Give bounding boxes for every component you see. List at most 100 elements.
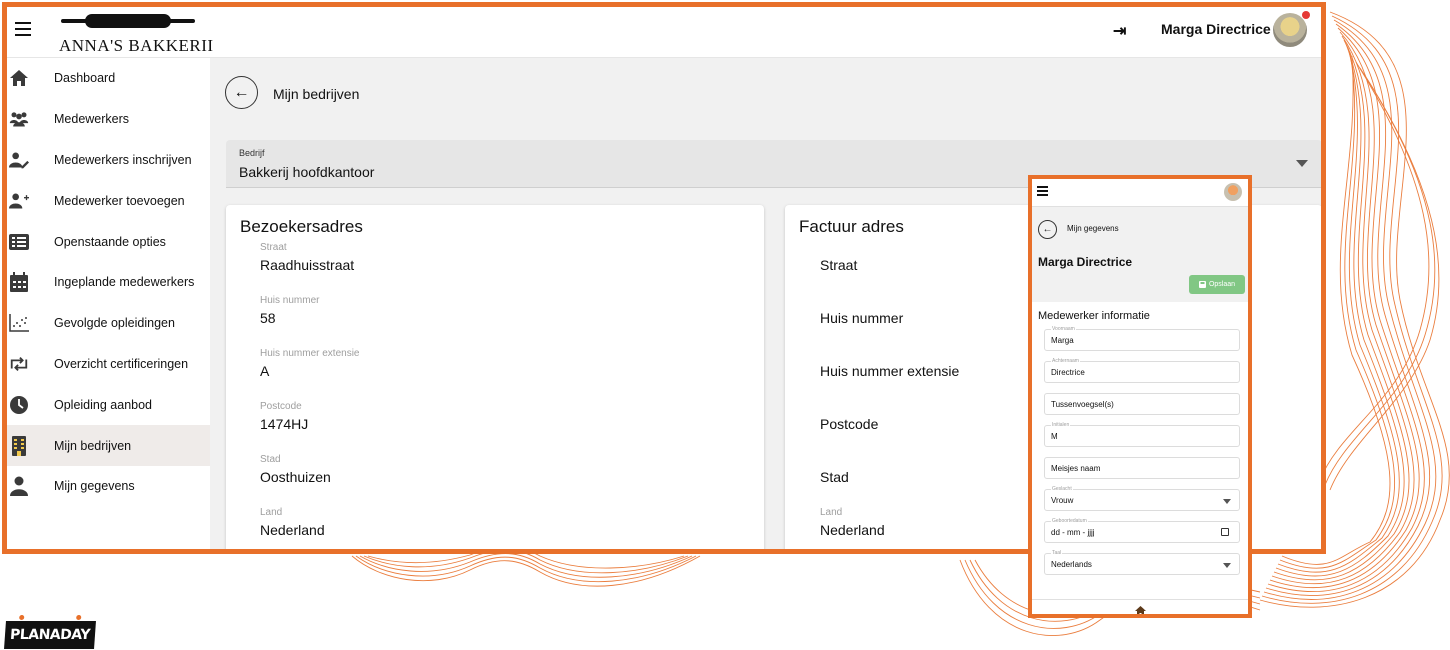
mobile-screenshot-frame: ← Mijn gegevens Marga Directrice Opslaan… — [1028, 175, 1252, 618]
sidebar: Dashboard Medewerkers Medewerkers inschr… — [7, 58, 210, 549]
company-select-value: Bakkerij hoofdkantoor — [239, 164, 375, 180]
birthdate-label: Geboortedatum — [1051, 518, 1088, 524]
bakery-logo: ANNA'S BAKKERII — [59, 11, 213, 55]
sidebar-item-label: Ingeplande medewerkers — [54, 275, 195, 290]
chevron-down-icon[interactable] — [1296, 160, 1308, 167]
logout-icon[interactable]: ⇥ — [1113, 21, 1126, 41]
gender-label: Geslacht — [1051, 486, 1073, 492]
save-button-label: Opslaan — [1208, 281, 1236, 288]
sidebar-item-medewerkers[interactable]: Medewerkers — [7, 99, 210, 140]
birthdate-field[interactable]: Geboortedatum dd - mm - jjjj — [1044, 518, 1240, 543]
logo-dot — [19, 615, 25, 620]
back-button[interactable]: ← — [225, 76, 258, 109]
language-label: Taal — [1051, 550, 1063, 556]
infix-placeholder: Tussenvoegsel(s) — [1051, 400, 1114, 409]
invoice-country-field[interactable]: Nederland — [820, 522, 885, 538]
scatter-chart-icon — [9, 313, 29, 333]
initials-label: Initialen — [1051, 422, 1071, 428]
street-field[interactable]: Raadhuisstraat — [260, 257, 354, 273]
avatar[interactable] — [1273, 13, 1307, 47]
sidebar-item-label: Dashboard — [54, 71, 116, 86]
back-button[interactable]: ← — [1038, 220, 1057, 239]
chevron-down-icon — [1223, 499, 1231, 504]
sidebar-item-opleiding-aanbod[interactable]: Opleiding aanbod — [7, 384, 210, 425]
visitor-address-card: Bezoekersadres Straat Raadhuisstraat Hui… — [226, 205, 764, 549]
house-number-field[interactable]: 58 — [260, 310, 276, 326]
initials-value: M — [1051, 432, 1058, 441]
repeat-icon — [9, 354, 29, 374]
people-icon — [9, 109, 29, 129]
first-name-label: Voornaam — [1051, 326, 1076, 332]
language-select[interactable]: Taal Nederlands — [1044, 550, 1240, 575]
maiden-name-field[interactable]: Meisjes naam — [1044, 457, 1240, 479]
postcode-label: Postcode — [260, 401, 302, 412]
sidebar-item-label: Openstaande opties — [54, 234, 166, 249]
person-edit-icon — [9, 150, 29, 170]
house-number-label: Huis nummer — [260, 295, 320, 306]
logo-dot — [76, 615, 82, 620]
street-label: Straat — [260, 242, 287, 253]
first-name-value: Marga — [1051, 336, 1074, 345]
brand-logo-text: PLANADAY — [9, 627, 91, 643]
invoice-city-field[interactable]: Stad — [820, 469, 849, 485]
user-name[interactable]: Marga Directrice — [1161, 21, 1271, 37]
building-icon — [9, 435, 29, 456]
sidebar-item-ingeplande-medewerkers[interactable]: Ingeplande medewerkers — [7, 262, 210, 303]
house-number-extension-field[interactable]: A — [260, 363, 269, 379]
invoice-street-field[interactable]: Straat — [820, 257, 857, 273]
last-name-label: Achternaam — [1051, 358, 1080, 364]
mobile-header: ← Mijn gegevens Marga Directrice Opslaan — [1032, 207, 1248, 302]
home-icon[interactable] — [1135, 606, 1146, 616]
sidebar-item-label: Gevolgde opleidingen — [54, 316, 175, 331]
sidebar-item-mijn-gegevens[interactable]: Mijn gegevens — [7, 466, 210, 507]
initials-field[interactable]: Initialen M — [1044, 422, 1240, 447]
invoice-country-label: Land — [820, 507, 843, 518]
language-value: Nederlands — [1051, 560, 1092, 569]
maiden-name-placeholder: Meisjes naam — [1051, 464, 1101, 473]
sidebar-item-mijn-bedrijven[interactable]: Mijn bedrijven — [7, 425, 210, 466]
page-title: Mijn bedrijven — [273, 86, 360, 102]
postcode-field[interactable]: 1474HJ — [260, 416, 308, 432]
avatar[interactable] — [1224, 183, 1242, 201]
home-icon — [9, 68, 29, 88]
calendar-icon — [9, 272, 29, 293]
sidebar-item-label: Opleiding aanbod — [54, 397, 152, 412]
sidebar-item-overzicht-certificeringen[interactable]: Overzicht certificeringen — [7, 344, 210, 385]
birthdate-value: dd - mm - jjjj — [1051, 528, 1095, 537]
company-select-label: Bedrijf — [239, 148, 265, 158]
sidebar-item-label: Medewerkers — [54, 112, 130, 127]
gender-value: Vrouw — [1051, 496, 1074, 505]
hamburger-menu-icon[interactable] — [1037, 186, 1048, 196]
invoice-house-number-extension-field[interactable]: Huis nummer extensie — [820, 363, 959, 379]
infix-field[interactable]: Tussenvoegsel(s) — [1044, 393, 1240, 415]
save-icon — [1198, 281, 1206, 288]
sidebar-item-openstaande-opties[interactable]: Openstaande opties — [7, 221, 210, 262]
sidebar-item-label: Overzicht certificeringen — [54, 356, 189, 371]
sidebar-item-medewerkers-inschrijven[interactable]: Medewerkers inschrijven — [7, 140, 210, 181]
sidebar-item-medewerker-toevoegen[interactable]: Medewerker toevoegen — [7, 180, 210, 221]
last-name-field[interactable]: Achternaam Directrice — [1044, 358, 1240, 383]
user-name: Marga Directrice — [1038, 255, 1133, 269]
house-number-extension-label: Huis nummer extensie — [260, 348, 360, 359]
notification-dot — [1302, 11, 1310, 19]
gender-select[interactable]: Geslacht Vrouw — [1044, 486, 1240, 511]
country-field[interactable]: Nederland — [260, 522, 325, 538]
invoice-postcode-field[interactable]: Postcode — [820, 416, 878, 432]
city-label: Stad — [260, 454, 281, 465]
stage: ANNA'S BAKKERII ⇥ Marga Directrice Dashb… — [0, 0, 1450, 650]
city-field[interactable]: Oosthuizen — [260, 469, 331, 485]
page-title: Mijn gegevens — [1067, 224, 1119, 233]
sidebar-item-label: Mijn bedrijven — [54, 438, 132, 453]
sidebar-item-gevolgde-opleidingen[interactable]: Gevolgde opleidingen — [7, 303, 210, 344]
calendar-icon[interactable] — [1221, 528, 1229, 536]
chevron-down-icon — [1223, 563, 1231, 568]
clock-icon — [9, 395, 29, 415]
mobile-bottom-nav — [1032, 599, 1248, 616]
save-button[interactable]: Opslaan — [1189, 275, 1245, 294]
invoice-house-number-field[interactable]: Huis nummer — [820, 310, 903, 326]
hamburger-menu-icon[interactable] — [15, 22, 31, 36]
first-name-field[interactable]: Voornaam Marga — [1044, 326, 1240, 351]
sidebar-item-dashboard[interactable]: Dashboard — [7, 58, 210, 99]
sidebar-item-label: Medewerkers inschrijven — [54, 152, 192, 167]
list-icon — [9, 232, 29, 252]
